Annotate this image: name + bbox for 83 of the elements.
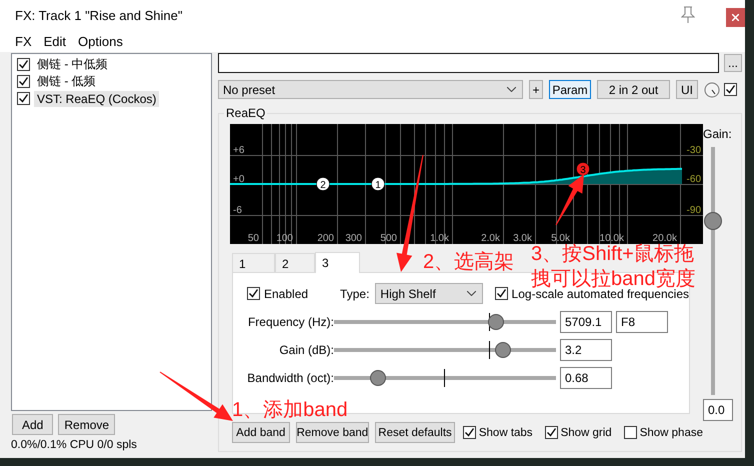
slider-thumb[interactable] — [370, 370, 386, 386]
slider-thumb[interactable] — [488, 314, 504, 330]
checkbox[interactable] — [247, 287, 260, 300]
close-icon[interactable] — [732, 14, 739, 21]
axis-label: 5.0k — [551, 233, 570, 244]
preset-dropdown[interactable]: No preset — [218, 80, 523, 99]
add-button[interactable]: Add — [12, 414, 54, 435]
close-button[interactable] — [726, 8, 745, 27]
pin-icon[interactable] — [681, 6, 695, 24]
type-label: Type: — [340, 286, 370, 300]
chevron-icon — [466, 291, 476, 296]
axis-label: 10.0k — [600, 233, 624, 244]
axis-label: 1.0k — [430, 233, 449, 244]
plugin-button[interactable]: + — [529, 80, 543, 99]
fx-item[interactable]: 侧链 - 低频 — [34, 72, 99, 91]
annotation-text: 2、选高架 — [423, 250, 514, 275]
slider-thumb[interactable] — [494, 342, 511, 358]
value-field[interactable]: 3.2 — [560, 339, 612, 361]
plugin-button[interactable]: Param — [549, 80, 591, 99]
gain-label: Gain: — [703, 127, 732, 141]
checkbox-label: Show phase — [640, 426, 703, 438]
band-node[interactable]: 3 — [576, 162, 590, 176]
cpu-status: 0.0%/0.1% CPU 0/0 spls — [11, 439, 138, 451]
axis-label: 2.0k — [481, 233, 500, 244]
axis-label: -6 — [233, 205, 242, 216]
axis-label: +6 — [233, 145, 244, 156]
axis-label: 20.0k — [652, 233, 677, 244]
eq-graph[interactable]: +6 +0 -6 50 100 200 300 500 1.0k 2.0k 3.0k 5.0k 10.0k 20.0k -30 -60 -90 2 1 3 — [230, 124, 703, 244]
reset-button[interactable]: Reset defaults — [375, 422, 455, 443]
plugin-name: ReaEQ — [225, 106, 266, 120]
arrow — [556, 174, 584, 226]
knob-icon[interactable] — [704, 82, 720, 98]
axis-label: -90 — [686, 205, 701, 216]
checkbox[interactable] — [462, 426, 476, 439]
axis-label: 50 — [248, 233, 259, 244]
axis-label: +0 — [233, 174, 244, 185]
axis-label: -60 — [686, 174, 701, 185]
checkbox-label: Show tabs — [478, 426, 533, 438]
chevron-icon — [507, 87, 516, 92]
axis-label: 300 — [345, 233, 362, 244]
note-field[interactable]: F8 — [616, 311, 668, 333]
value-field[interactable]: 5709.1 — [560, 311, 612, 333]
plugin-button[interactable]: 2 in 2 out — [597, 80, 670, 99]
band-tab[interactable]: 2 — [275, 253, 315, 272]
checkbox[interactable] — [544, 426, 558, 439]
path-field[interactable] — [218, 53, 720, 73]
fx-item[interactable]: 侧链 - 中低频 — [34, 55, 111, 74]
band-node[interactable]: 2 — [316, 177, 330, 191]
axis-label: 200 — [317, 233, 334, 244]
checkbox[interactable] — [17, 58, 30, 71]
plugin-button[interactable]: UI — [676, 80, 698, 99]
checkbox[interactable] — [724, 83, 737, 96]
remove-button[interactable]: Remove — [58, 414, 116, 435]
checkbox[interactable] — [624, 426, 637, 439]
annotation-text: 1、添加band — [232, 398, 348, 423]
slider-thumb[interactable] — [704, 212, 722, 230]
menu-item[interactable]: FX — [15, 34, 32, 48]
param-label: Gain (dB): — [278, 343, 334, 357]
browse-button[interactable]: ... — [724, 54, 742, 72]
value-field[interactable]: 0.68 — [560, 367, 612, 389]
param-label: Bandwidth (oct): — [247, 371, 334, 385]
menu-item[interactable]: Edit — [44, 34, 66, 48]
band-tab[interactable]: 1 — [232, 253, 275, 272]
param-label: Frequency (Hz): — [247, 315, 334, 329]
checkbox[interactable] — [17, 92, 30, 105]
checkbox-label: Enabled — [264, 286, 308, 300]
fx-item[interactable]: VST: ReaEQ (Cockos) — [34, 90, 160, 106]
remove-band-button[interactable]: Remove band — [296, 422, 370, 443]
menu-item[interactable]: Options — [78, 34, 123, 48]
checkbox[interactable] — [494, 287, 508, 300]
gain-field[interactable]: 0.0 — [703, 399, 733, 421]
axis-label: 100 — [276, 233, 293, 244]
fx-list[interactable]: 侧链 - 中低频 侧链 - 低频 VST: ReaEQ (Cockos) — [11, 53, 212, 411]
add-band-button[interactable]: Add band — [232, 422, 290, 443]
window-title: FX: Track 1 "Rise and Shine" — [15, 8, 184, 22]
axis-label: -30 — [686, 145, 701, 156]
band-node[interactable]: 1 — [371, 177, 385, 191]
type-dropdown[interactable]: High Shelf — [375, 283, 483, 304]
checkbox[interactable] — [17, 75, 30, 88]
checkbox-label: Show grid — [560, 426, 612, 438]
band-tab[interactable]: 3 — [315, 252, 360, 273]
axis-label: 500 — [380, 233, 397, 244]
axis-label: 3.0k — [513, 233, 532, 244]
